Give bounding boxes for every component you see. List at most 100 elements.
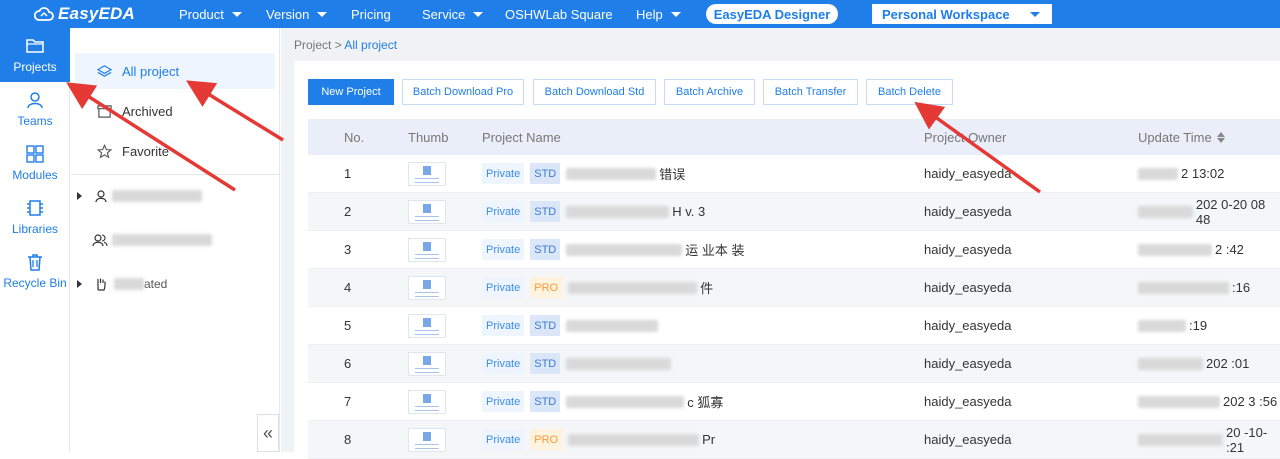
project-name-text: 错误 [659,167,686,182]
nav-pricing[interactable]: Pricing [351,0,391,28]
group-row[interactable] [77,230,277,250]
update-time-cell: 2 :42 [1138,231,1244,268]
project-thumbnail[interactable] [408,313,446,338]
project-thumbnail[interactable] [408,237,446,262]
table-row[interactable]: 5 Private STD haidy_easyeda:19 [308,307,1280,345]
filter-archived[interactable]: Archived [75,93,275,129]
nav-product-label: Product [179,6,224,22]
visibility-badge: Private [482,201,525,222]
thumb-cell [408,383,446,420]
batch-archive-button[interactable]: Batch Archive [664,79,755,105]
update-time-cell: 2 13:02 [1138,155,1224,192]
filter-label: Archived [122,103,173,119]
project-name-link[interactable] [566,319,661,332]
user-icon [95,190,107,203]
visibility-badge: Private [482,353,525,374]
project-thumbnail[interactable] [408,389,446,414]
sort-icon[interactable] [1216,131,1225,143]
table-row[interactable]: 3 Private STD 运 业本 装 haidy_easyeda 2 :42 [308,231,1280,269]
nav-product[interactable]: Product [179,0,242,28]
group-row[interactable] [77,186,277,206]
update-time-text: 2 :42 [1215,242,1244,257]
rail-item-modules[interactable]: Modules [0,136,70,190]
table-row[interactable]: 7 Private STD c 狐寡 haidy_easyeda 202 3 :56 [308,383,1280,421]
filter-favorite[interactable]: Favorite [75,133,275,169]
project-name-link[interactable]: H v. 3 [566,204,705,219]
batch-delete-button[interactable]: Batch Delete [866,79,953,105]
visibility-badge: Private [482,315,525,336]
header-project-name: Project Name [482,129,561,145]
table-row[interactable]: 1 Private STD 错误 haidy_easyeda 2 13:02 [308,155,1280,193]
table-row[interactable]: 6 Private STD haidy_easyeda 202 :01 [308,345,1280,383]
project-name-link[interactable]: 件 [568,278,713,297]
type-badge: PRO [530,429,563,450]
project-name-link[interactable]: 错误 [566,164,685,183]
chevron-down-icon [473,11,484,17]
project-thumbnail[interactable] [408,199,446,224]
update-time-text: 202 0-20 08 48 [1195,196,1266,227]
type-badge: STD [530,391,561,412]
redacted-text [568,281,698,294]
table-row[interactable]: 4 Private PRO 件 haidy_easyeda:16 [308,269,1280,307]
nav-help[interactable]: Help [636,0,681,28]
update-time-text: :19 [1189,318,1208,333]
project-thumbnail[interactable] [408,161,446,186]
name-cell: Private STD H v. 3 [482,193,705,230]
rail-item-libraries[interactable]: Libraries [0,190,70,244]
owner-cell: haidy_easyeda [924,432,1012,447]
project-thumbnail[interactable] [408,351,446,376]
rail-item-projects[interactable]: Projects [0,28,70,82]
project-name-text: 件 [700,281,714,296]
visibility-badge: Private [482,239,525,260]
header-update-time[interactable]: Update Time [1138,119,1225,155]
redacted-text [1138,357,1203,370]
workspace-select[interactable]: Personal Workspace [872,4,1052,24]
name-cell: Private PRO Pr [482,421,715,458]
table-row[interactable]: 8 Private PRO Pr haidy_easyeda 20 -10- :21 [308,421,1280,459]
project-name-text: H v. 3 [672,204,706,219]
row-number: 3 [344,242,352,257]
nav-oshwlab-label: OSHWLab Square [505,6,613,22]
team-icon [92,234,108,247]
redacted-text [1138,281,1229,294]
update-time-text: 2 13:02 [1181,166,1225,181]
batch-download-std-button[interactable]: Batch Download Std [533,79,656,105]
logo[interactable]: EasyEDA [34,4,156,24]
type-badge: PRO [530,277,563,298]
owner-cell: haidy_easyeda [924,394,1012,409]
nav-version[interactable]: Version [266,0,328,28]
redacted-text [1138,243,1212,256]
batch-download-pro-button[interactable]: Batch Download Pro [402,79,524,105]
update-time-text: 202 3 :56 [1223,394,1278,409]
breadcrumb-root[interactable]: Project [294,38,331,52]
project-thumbnail[interactable] [408,427,446,452]
project-thumbnail[interactable] [408,275,446,300]
new-project-button[interactable]: New Project [308,79,394,105]
name-cell: Private PRO 件 [482,269,713,306]
project-name-link[interactable] [566,357,674,370]
rail-item-recycle-bin[interactable]: Recycle Bin [0,244,70,298]
caret-right-icon [77,192,82,200]
nav-service[interactable]: Service [422,0,484,28]
redacted-text [568,433,700,446]
owner-cell: haidy_easyeda [924,318,1012,333]
project-table: No. Thumb Project Name Project Owner Upd… [308,119,1280,459]
project-name-link[interactable]: 运 业本 装 [566,240,744,259]
group-row[interactable]: ated [77,274,277,294]
collapse-panel-button[interactable]: « [257,414,279,452]
archive-icon [97,104,112,118]
batch-transfer-button[interactable]: Batch Transfer [763,79,858,105]
breadcrumb: Project > All project [294,38,397,52]
project-list-card: New Project Batch Download Pro Batch Dow… [294,61,1280,459]
chip-icon [27,200,43,216]
table-row[interactable]: 2 Private STD H v. 3 haidy_easyeda 202 0-20 0… [308,193,1280,231]
rail-item-teams[interactable]: Teams [0,82,70,136]
project-name-link[interactable]: Pr [568,432,715,447]
filter-all-project[interactable]: All project [75,53,275,89]
easyeda-designer-button[interactable]: EasyEDA Designer [706,4,838,24]
project-name-link[interactable]: c 狐寡 [566,392,723,411]
workspace-label: Personal Workspace [882,6,1010,22]
type-badge: STD [530,315,561,336]
visibility-badge: Private [482,163,525,184]
nav-oshwlab[interactable]: OSHWLab Square [505,0,613,28]
